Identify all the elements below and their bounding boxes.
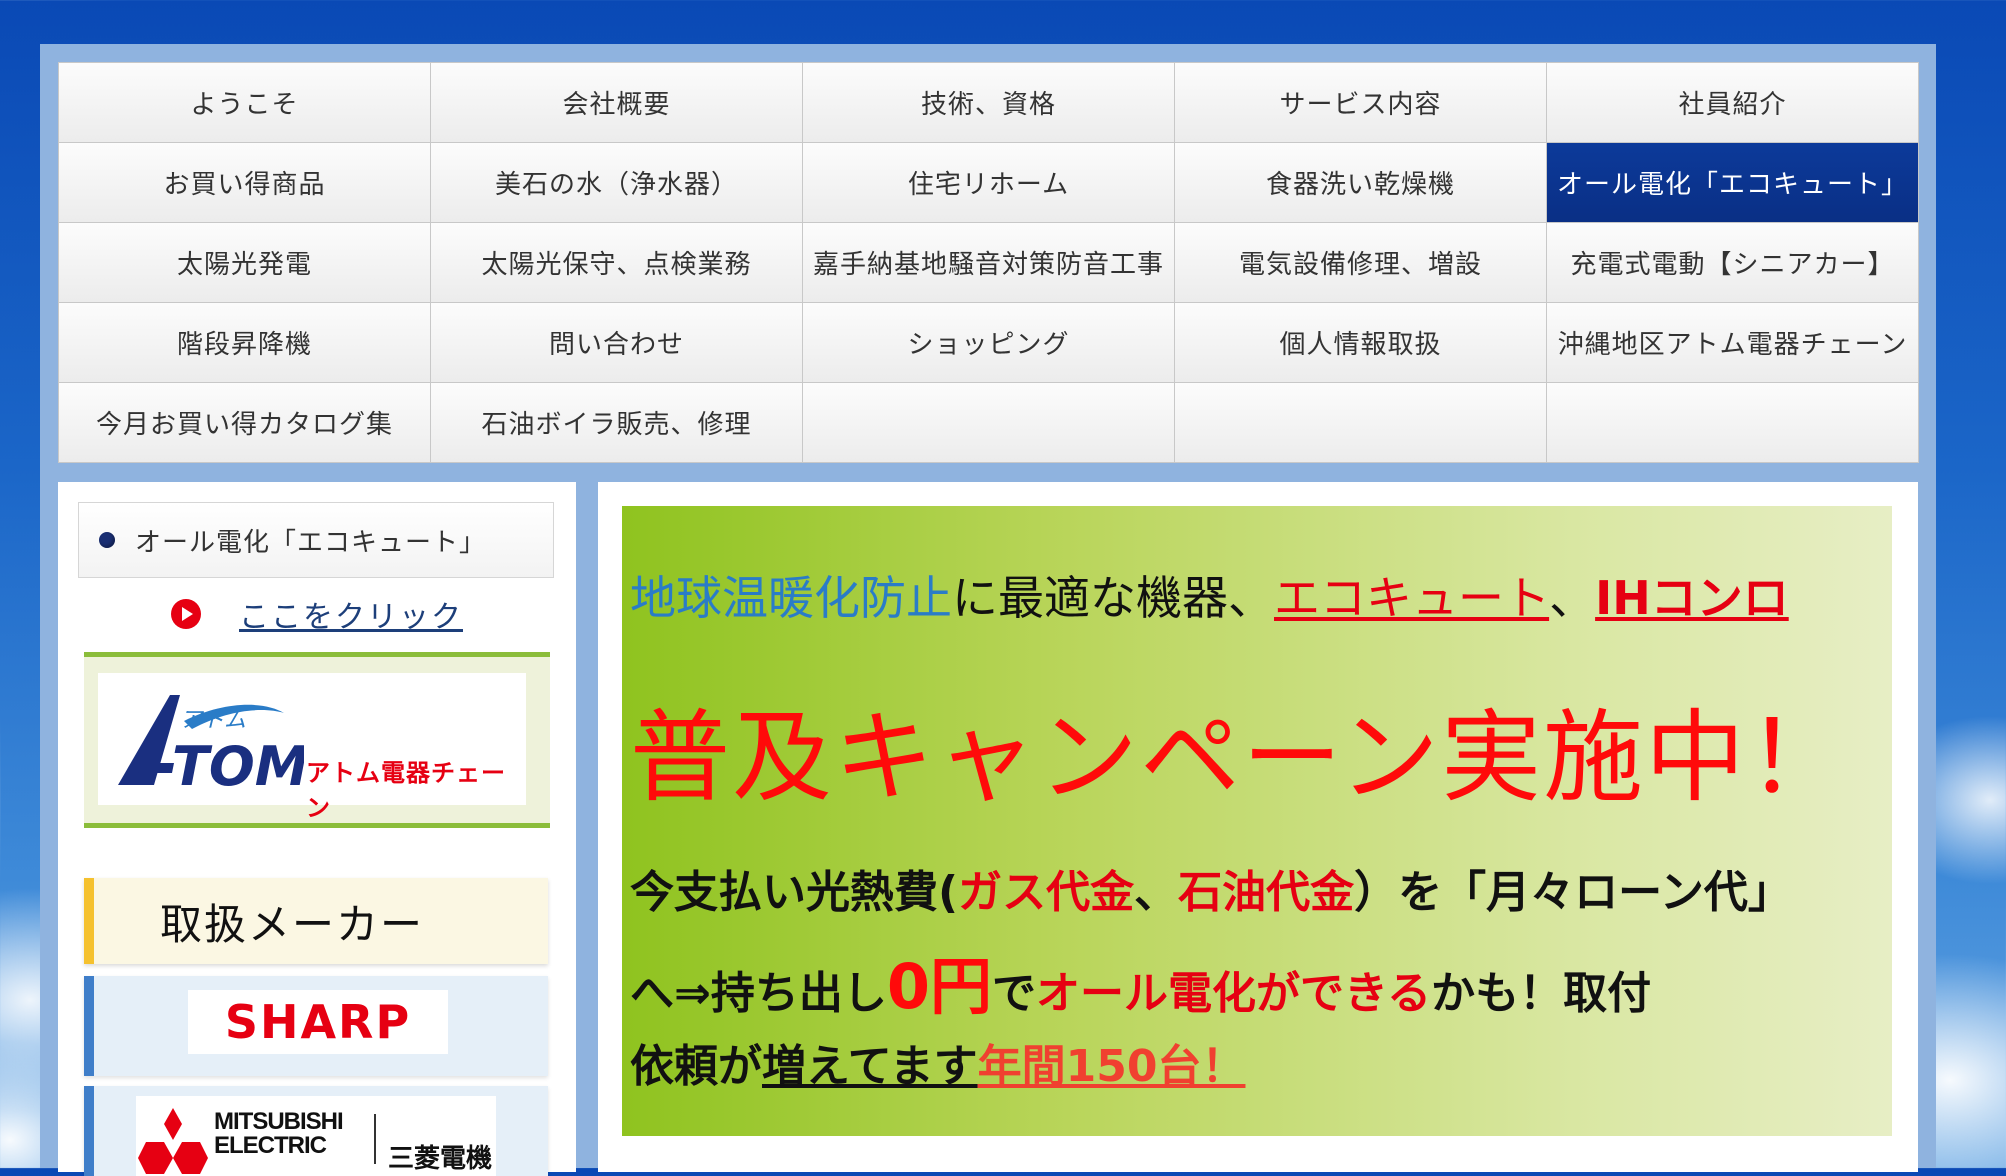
nav-item-shopping[interactable]: ショッピング bbox=[803, 303, 1175, 383]
mitsubishi-divider bbox=[374, 1114, 376, 1164]
nav-item-home-renovation[interactable]: 住宅リホーム bbox=[803, 143, 1175, 223]
mitsubishi-logo: MITSUBISHI ELECTRIC 三菱電機 bbox=[136, 1096, 496, 1176]
nav-item-stair-lift[interactable]: 階段昇降機 bbox=[59, 303, 431, 383]
click-here-row: ここをクリック bbox=[58, 592, 576, 636]
sidebar-item-label: オール電化「エコキュート」 bbox=[135, 527, 487, 558]
main-content: 地球温暖化防止に最適な機器、エコキュート、IHコンロ 普及キャンペーン実施中！ … bbox=[598, 482, 1918, 1172]
maker-heading: 取扱メーカー bbox=[84, 878, 548, 964]
nav-item-company-profile[interactable]: 会社概要 bbox=[431, 63, 803, 143]
sidebar-item-ecocute[interactable]: オール電化「エコキュート」 bbox=[78, 502, 554, 578]
campaign-headline: 普及キャンペーン実施中！ bbox=[630, 699, 1849, 816]
nav-item-skills[interactable]: 技術、資格 bbox=[803, 63, 1175, 143]
banner-intro-line: 地球温暖化防止に最適な機器、エコキュート、IHコンロ bbox=[630, 571, 1789, 625]
maker-sharp[interactable]: SHARP bbox=[84, 976, 548, 1076]
nav-item-services[interactable]: サービス内容 bbox=[1175, 63, 1547, 143]
nav-item-solar-maintenance[interactable]: 太陽光保守、点検業務 bbox=[431, 223, 803, 303]
svg-text:アトム: アトム bbox=[180, 708, 246, 733]
mitsubishi-diamonds-icon bbox=[138, 1108, 208, 1174]
annual-150-units-text: 年間150台！ bbox=[977, 1041, 1246, 1092]
svg-text:TOM: TOM bbox=[172, 735, 304, 791]
play-icon[interactable] bbox=[171, 599, 201, 629]
banner-body-line-1: 今支払い光熱費(ガス代金、石油代金）を「月々ローン代」 bbox=[630, 867, 1792, 918]
nav-item-empty bbox=[1547, 383, 1919, 463]
nav-item-dishwasher[interactable]: 食器洗い乾燥機 bbox=[1175, 143, 1547, 223]
bullet-icon bbox=[99, 532, 115, 548]
atom-chain-text: アトム電器チェーン bbox=[306, 759, 506, 822]
zero-yen-text: 0円 bbox=[886, 950, 993, 1023]
mitsubishi-wordmark: MITSUBISHI ELECTRIC bbox=[214, 1108, 344, 1159]
nav-item-atom-chain[interactable]: 沖縄地区アトム電器チェーン bbox=[1547, 303, 1919, 383]
nav-item-senior-car[interactable]: 充電式電動【シニアカー】 bbox=[1547, 223, 1919, 303]
nav-item-soundproofing[interactable]: 嘉手納基地騒音対策防音工事 bbox=[803, 223, 1175, 303]
ih-stove-link[interactable]: IHコンロ bbox=[1595, 571, 1789, 625]
nav-item-staff[interactable]: 社員紹介 bbox=[1547, 63, 1919, 143]
atom-banner: アトム TOM アトム電器チェーン bbox=[84, 652, 550, 828]
nav-item-empty bbox=[803, 383, 1175, 463]
global-warming-text: 地球温暖化防止 bbox=[630, 571, 952, 625]
page-container: ようこそ 会社概要 技術、資格 サービス内容 社員紹介 お買い得商品 美石の水（… bbox=[40, 44, 1936, 1176]
nav-item-empty bbox=[1175, 383, 1547, 463]
main-navigation: ようこそ 会社概要 技術、資格 サービス内容 社員紹介 お買い得商品 美石の水（… bbox=[58, 62, 1919, 463]
nav-item-contact[interactable]: 問い合わせ bbox=[431, 303, 803, 383]
mitsubishi-jp-name: 三菱電機 bbox=[388, 1144, 493, 1174]
atom-logo-icon: アトム TOM bbox=[118, 695, 304, 791]
maker-mitsubishi[interactable]: MITSUBISHI ELECTRIC 三菱電機 bbox=[84, 1086, 548, 1176]
nav-item-privacy[interactable]: 個人情報取扱 bbox=[1175, 303, 1547, 383]
nav-item-catalog[interactable]: 今月お買い得カタログ集 bbox=[59, 383, 431, 463]
nav-item-welcome[interactable]: ようこそ bbox=[59, 63, 431, 143]
atom-logo[interactable]: アトム TOM アトム電器チェーン bbox=[98, 673, 526, 822]
sharp-logo: SHARP bbox=[188, 990, 448, 1054]
banner-body-line-2: へ⇒持ち出し0円でオール電化ができるかも！取付 bbox=[630, 950, 1652, 1023]
campaign-banner: 地球温暖化防止に最適な機器、エコキュート、IHコンロ 普及キャンペーン実施中！ … bbox=[622, 506, 1892, 1136]
nav-item-solar-power[interactable]: 太陽光発電 bbox=[59, 223, 431, 303]
banner-body-line-3: 依頼が増えてます年間150台！ bbox=[630, 1041, 1246, 1092]
click-here-link[interactable]: ここをクリック bbox=[239, 592, 463, 636]
nav-item-electrical-repair[interactable]: 電気設備修理、増設 bbox=[1175, 223, 1547, 303]
ecocute-link[interactable]: エコキュート bbox=[1274, 571, 1549, 625]
nav-item-oil-boiler[interactable]: 石油ボイラ販売、修理 bbox=[431, 383, 803, 463]
sidebar: オール電化「エコキュート」 ここをクリック アトム TOM アトム電器チェーン … bbox=[58, 482, 576, 1176]
nav-item-ecocute[interactable]: オール電化「エコキュート」 bbox=[1547, 143, 1919, 223]
nav-item-bargains[interactable]: お買い得商品 bbox=[59, 143, 431, 223]
nav-item-water-purifier[interactable]: 美石の水（浄水器） bbox=[431, 143, 803, 223]
